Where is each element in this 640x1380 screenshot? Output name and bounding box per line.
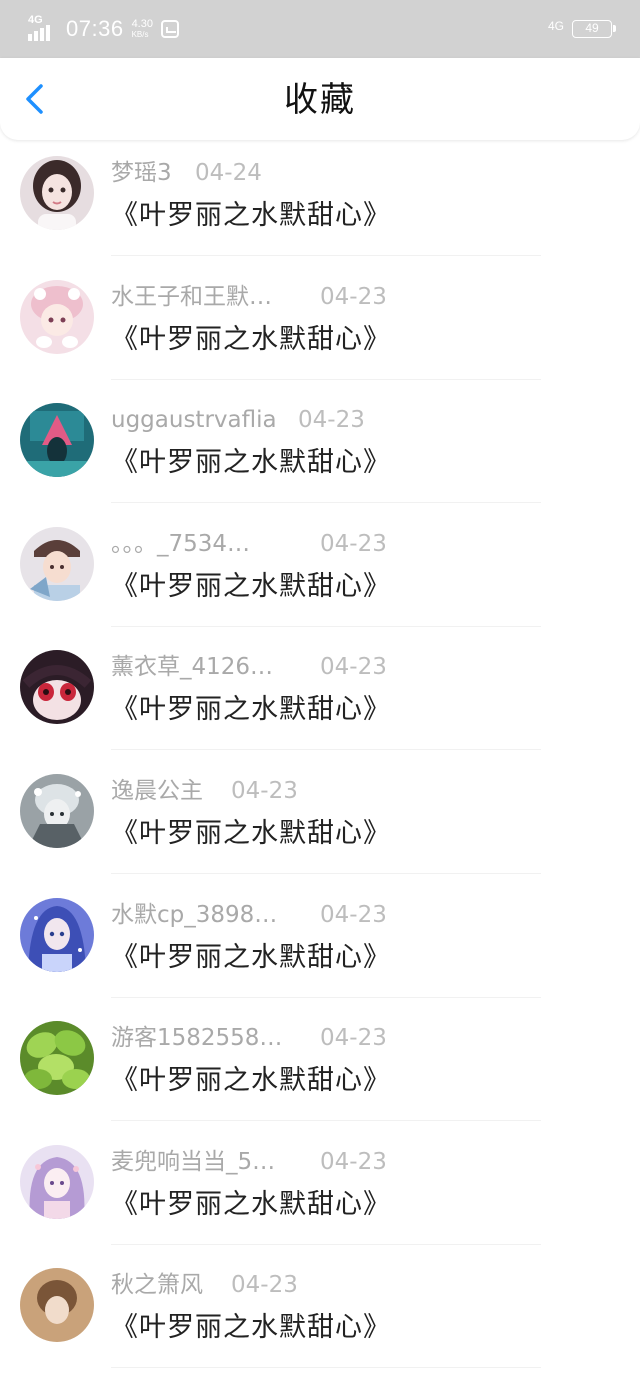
status-bar: 4G 07:36 4.30 KB/s 4G 49 [0,0,640,58]
book-title[interactable]: 《叶罗丽之水默甜心》 [111,814,391,854]
avatar[interactable] [20,1021,94,1096]
avatar[interactable] [20,897,94,972]
network-type-right: 4G [547,19,564,33]
book-title[interactable]: 《叶罗丽之水默甜心》 [111,1061,391,1101]
list-item[interactable]: 秋之箫风 04-23 《叶罗丽之水默甜心》 [0,1256,640,1380]
list-item[interactable]: 薰衣草_4126… 04-23 《叶罗丽之水默甜心》 [0,638,640,762]
username: 。。。_7534… [111,530,251,557]
item-meta: 游客1582558… 04-23 [111,1021,387,1055]
notification-app-icon [160,20,179,38]
divider [111,996,541,998]
item-meta: 梦瑶3 04-24 [111,156,262,190]
divider [111,625,541,627]
avatar[interactable] [20,403,94,478]
username: 薰衣草_4126… [111,654,274,681]
page-title: 收藏 [284,80,356,120]
list-item[interactable]: 逸晨公主 04-23 《叶罗丽之水默甜心》 [0,762,640,886]
divider [111,872,541,874]
list-item[interactable]: 游客1582558… 04-23 《叶罗丽之水默甜心》 [0,1009,640,1133]
battery-icon: 49 [572,20,616,38]
book-title[interactable]: 《叶罗丽之水默甜心》 [111,690,391,730]
clock: 07:36 [66,16,124,41]
list-item[interactable]: 。。。_7534… 04-23 《叶罗丽之水默甜心》 [0,515,640,639]
date: 04-23 [320,901,387,928]
network-speed-unit: KB/s [131,30,149,39]
divider [111,378,541,380]
nav-bar: 收藏 [0,58,640,140]
username: 水默cp_3898… [111,901,278,928]
username: uggaustrvaflia [111,407,277,434]
item-meta: 水王子和王默… 04-23 [111,280,387,314]
username: 秋之箫风 [111,1272,203,1299]
date: 04-23 [320,654,387,681]
avatar[interactable] [20,526,94,601]
network-speed: 4.30 KB/s [131,18,153,40]
username: 游客1582558… [111,1025,283,1052]
avatar[interactable] [20,1268,94,1343]
network-speed-value: 4.30 [131,18,153,30]
avatar[interactable] [20,773,94,848]
list-item[interactable]: 麦兜响当当_5… 04-23 《叶罗丽之水默甜心》 [0,1133,640,1257]
date: 04-23 [320,530,387,557]
date: 04-23 [320,283,387,310]
username: 麦兜响当当_5… [111,1148,276,1175]
list-item[interactable]: 水默cp_3898… 04-23 《叶罗丽之水默甜心》 [0,886,640,1010]
item-meta: 。。。_7534… 04-23 [111,527,387,561]
item-meta: 水默cp_3898… 04-23 [111,898,387,932]
book-title[interactable]: 《叶罗丽之水默甜心》 [111,1185,391,1225]
cellular-signal-icon: 4G [28,15,58,43]
date: 04-23 [231,1272,298,1299]
date: 04-23 [298,407,365,434]
item-meta: 薰衣草_4126… 04-23 [111,650,387,684]
book-title[interactable]: 《叶罗丽之水默甜心》 [111,320,391,360]
divider [111,502,541,504]
avatar[interactable] [20,1144,94,1219]
status-left: 4G 07:36 4.30 KB/s [28,12,179,46]
date: 04-23 [320,1025,387,1052]
book-title[interactable]: 《叶罗丽之水默甜心》 [111,443,391,483]
date: 04-23 [320,1148,387,1175]
list-item[interactable]: 梦瑶3 04-24 《叶罗丽之水默甜心》 [0,144,640,268]
avatar[interactable] [20,279,94,354]
book-title[interactable]: 《叶罗丽之水默甜心》 [111,196,391,236]
book-title[interactable]: 《叶罗丽之水默甜心》 [111,567,391,607]
list-item[interactable]: uggaustrvaflia 04-23 《叶罗丽之水默甜心》 [0,391,640,515]
list-item[interactable]: 水王子和王默… 04-23 《叶罗丽之水默甜心》 [0,268,640,392]
divider [111,1367,541,1369]
username: 逸晨公主 [111,777,203,804]
book-title[interactable]: 《叶罗丽之水默甜心》 [111,1308,391,1348]
avatar[interactable] [20,156,94,230]
item-meta: 逸晨公主 04-23 [111,774,298,808]
battery-level: 49 [585,21,599,35]
divider [111,1120,541,1122]
divider [111,255,541,256]
book-title[interactable]: 《叶罗丽之水默甜心》 [111,938,391,978]
date: 04-24 [195,160,262,186]
avatar[interactable] [20,650,94,725]
status-right: 4G 49 [547,14,616,44]
divider [111,749,541,751]
item-meta: uggaustrvaflia 04-23 [111,403,365,437]
date: 04-23 [231,777,298,804]
username: 梦瑶3 [111,160,172,186]
item-meta: 秋之箫风 04-23 [111,1268,298,1302]
divider [111,1243,541,1245]
item-meta: 麦兜响当当_5… 04-23 [111,1145,387,1179]
favorites-list: 梦瑶3 04-24 《叶罗丽之水默甜心》 水王子和王默… 04-23 《叶罗丽之… [0,144,640,1380]
username: 水王子和王默… [111,283,272,310]
